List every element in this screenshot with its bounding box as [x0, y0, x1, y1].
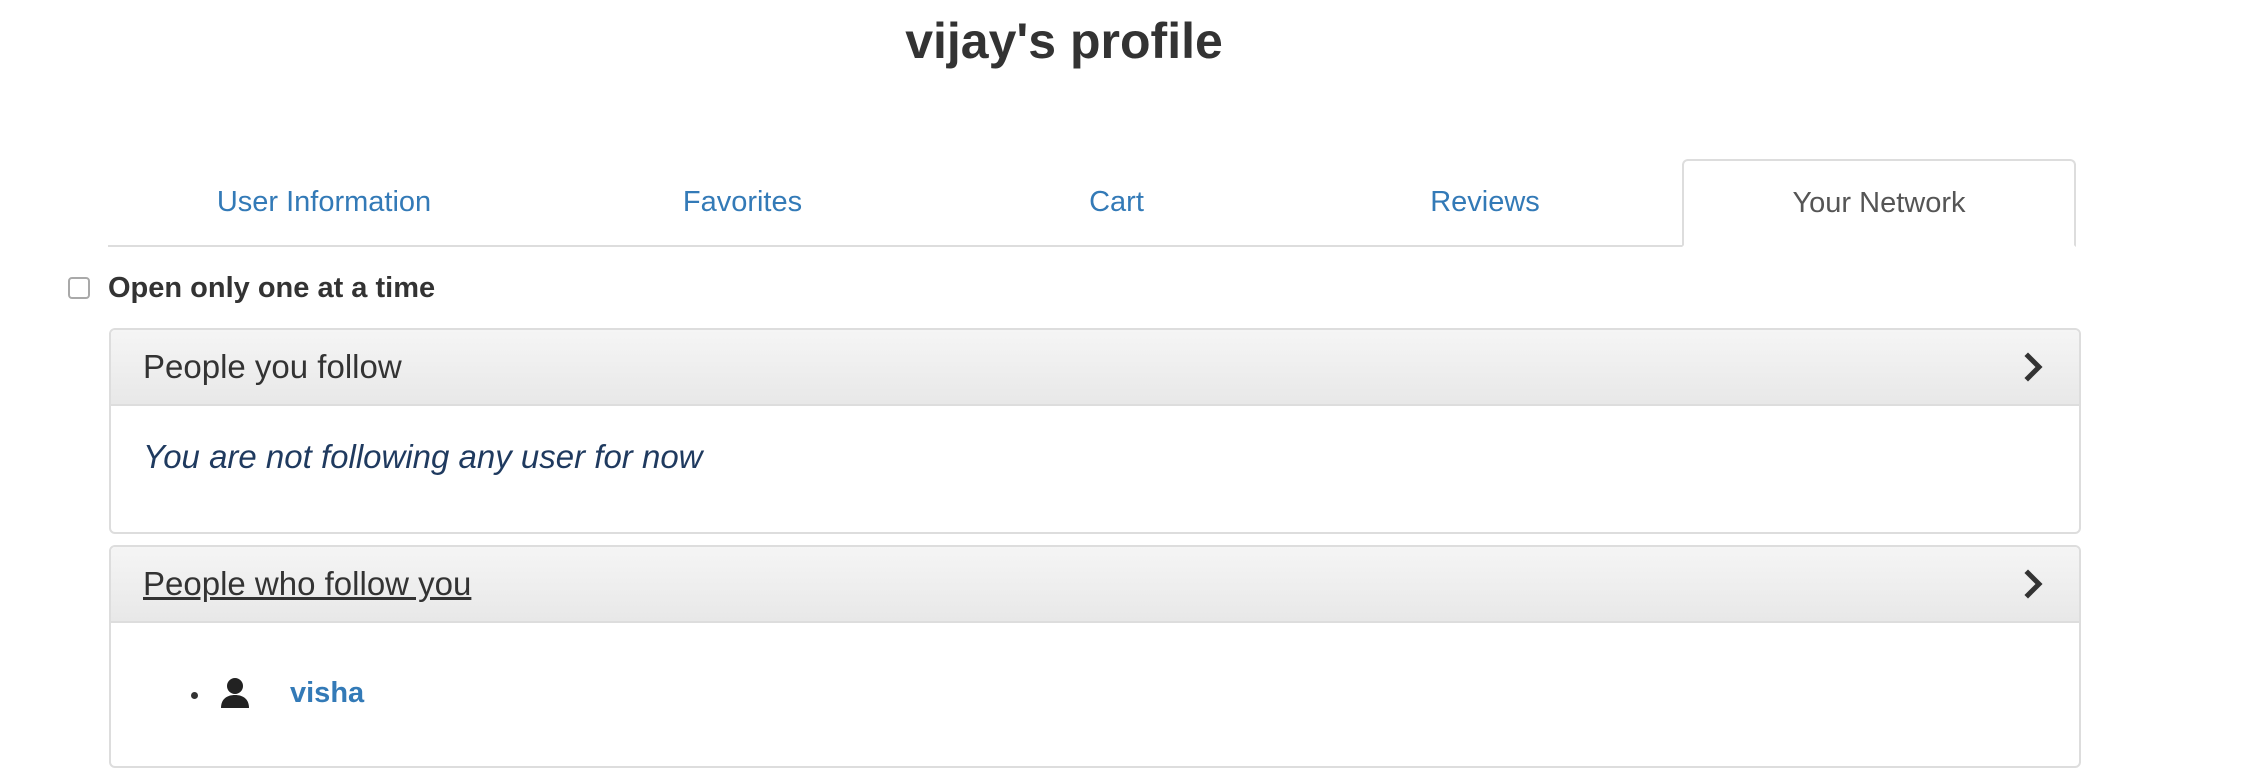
tab-user-information[interactable]: User Information: [108, 159, 540, 245]
people-you-follow-header[interactable]: People you follow: [111, 330, 2079, 406]
open-one-checkbox[interactable]: [68, 277, 90, 299]
panel-title[interactable]: People you follow: [143, 348, 402, 386]
page-title: vijay's profile: [905, 13, 1223, 69]
people-who-follow-you-body: visha: [111, 673, 2079, 713]
open-one-label[interactable]: Open only one at a time: [108, 272, 435, 305]
profile-page: vijay's profile User Information Favorit…: [0, 0, 2248, 778]
people-you-follow-panel: People you follow You are not following …: [109, 328, 2081, 534]
tab-cart[interactable]: Cart: [945, 159, 1288, 245]
follower-list: visha: [143, 673, 2047, 713]
tab-reviews[interactable]: Reviews: [1288, 159, 1682, 245]
chevron-right-icon[interactable]: [2019, 569, 2049, 599]
panel-title[interactable]: People who follow you: [143, 565, 471, 603]
people-who-follow-you-header[interactable]: People who follow you: [111, 547, 2079, 623]
open-one-option: Open only one at a time: [68, 268, 435, 308]
people-you-follow-body: You are not following any user for now: [111, 438, 2079, 476]
bullet: [191, 691, 198, 699]
not-following-message: You are not following any user for now: [143, 438, 703, 475]
follower-link-visha[interactable]: visha: [290, 677, 364, 710]
tab-your-network[interactable]: Your Network: [1682, 159, 2076, 247]
list-item: visha: [143, 673, 2047, 713]
tab-favorites[interactable]: Favorites: [540, 159, 945, 245]
user-icon: [220, 677, 250, 709]
people-who-follow-you-panel: People who follow you visha: [109, 545, 2081, 768]
profile-tabs: User Information Favorites Cart Reviews …: [108, 159, 2076, 247]
chevron-right-icon[interactable]: [2019, 352, 2049, 382]
